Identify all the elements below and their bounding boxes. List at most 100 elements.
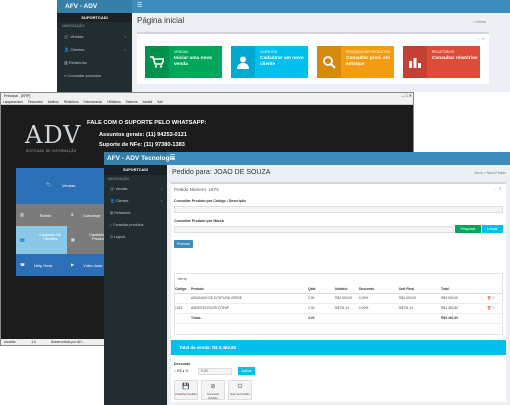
hamburger-icon[interactable]: ☰ [137,0,142,13]
menu-lancamentos[interactable]: Lançamentos [3,100,23,104]
cell-total: R$4.000,00 [440,293,486,304]
user-icon: 👤 [64,47,69,52]
menu-janela[interactable]: Janela [143,100,153,104]
page-title: Pedido para: JOAO DE SOUZA [172,169,271,176]
sidebar-item-clientes[interactable]: 👤 Clientes ‹ [57,43,132,56]
box-tools[interactable]: – ✕ [494,186,502,191]
brand-logo[interactable]: AFV - ADV Tecnologia [57,0,132,23]
sidebar-item-vendas[interactable]: 🛒 Vendas ‹ [104,183,167,195]
row-actions: 🗑 ✎ [486,303,503,314]
trash-icon[interactable]: 🗑 [487,296,491,300]
cell-qty: 2,00 [307,303,334,314]
tile-cadastro-clientes[interactable]: 👥 Cadastro de Clientes [16,226,67,254]
status-user: Usuário: [4,340,17,344]
menu-financeiro[interactable]: Financeiro [28,100,43,104]
lookup-code-input[interactable] [174,206,503,213]
chart-icon [403,46,427,78]
ban-icon: ⊘ [210,384,216,390]
tile-pesquisa-produtos[interactable]: PESQUISA DE PRODUTOS Consultar prod. em … [317,46,394,78]
col-header: Unit Final [398,286,440,294]
apply-discount-button[interactable]: Aplicar [238,367,255,375]
shortcut-panel: – ✕ VENDAS Iniciar uma nova venda CLIENT… [137,32,489,84]
chevron-left-icon: ‹ [160,199,162,203]
dashboard-window: AFV - ADV Tecnologia ☰ SUPORTCADI NAVEGA… [57,0,510,92]
sidebar-item-label: Vendas [70,34,84,39]
exit-order-button[interactable]: ⏻ Sair do Pedido [228,380,252,400]
barcode-icon: ▥ [20,212,24,217]
sidebar-item-label: Consultar produtos [113,223,144,227]
tile-vendas[interactable]: VENDAS Iniciar uma nova venda [145,46,222,78]
breadcrumb[interactable]: ⌂ Home [473,20,486,24]
sidebar-item-consultar-produtos[interactable]: ⌕ Consultar produtos [57,69,132,82]
tile-boleto[interactable]: ▥ Boleto [16,204,67,226]
sidebar-subheader: NAVEGAÇÃO [62,24,85,28]
row-actions [486,313,503,324]
cell-unit-final [398,313,440,324]
whatsapp-heading: FALE COM O SUPORTE PELO WHATSAPP: [87,120,207,126]
hamburger-icon[interactable]: ☰ [170,152,175,165]
sidebar: SUPORTCADI NAVEGAÇÃO 🛒 Vendas ‹ 👤 Client… [104,165,167,405]
search-button[interactable]: Pesquisar [455,225,481,233]
user-icon: 👤 [110,199,115,203]
menubar: Lançamentos Financeiro Atalhos Relatório… [1,99,413,105]
breadcrumb-home[interactable]: Home [476,20,486,24]
menu-sistema[interactable]: Sistema [126,100,138,104]
action-label: Sair do Pedido [230,392,250,396]
save-icon: 💾 [182,384,190,390]
tile-vendas[interactable]: 🏷 Vendas [16,168,118,204]
trash-icon[interactable]: 🗑 [487,306,491,310]
items-table: Código Produto Qtde Unitário Desconto Un… [174,286,503,324]
sidebar-item-logout[interactable]: ⏻ Logout [104,231,167,243]
sidebar-item-vendas[interactable]: 🛒 Vendas ‹ [57,30,132,43]
edit-icon[interactable]: ✎ [492,306,495,310]
discount-input[interactable]: 0,00 [198,368,232,375]
col-header: Produto [190,286,307,294]
breadcrumb[interactable]: Início > Novo Pedido [475,171,506,175]
users-icon: 👥 [20,237,25,242]
edit-icon[interactable]: ✎ [492,296,495,300]
radio-currency[interactable]: ○ R$ [174,369,181,373]
tile-label: Consultar prod. em estoque [346,56,390,67]
headset-icon: ☎ [20,262,25,267]
finalize-order-button[interactable]: 💾 Finalizar Pedido [174,380,198,400]
find-product-button[interactable]: Procurar [174,240,193,248]
top-navbar: AFV - ADV Tecnologia ☰ [57,0,510,23]
sidebar-item-consultar-produtos[interactable]: ⌕ Consultar produtos [104,219,167,231]
action-label: Finalizar Pedido [175,392,197,396]
col-header: Código [174,286,190,294]
power-icon: ⏻ [110,235,113,239]
tile-clientes[interactable]: CLIENTES Cadastrar um novo cliente [231,46,308,78]
menu-atalhos[interactable]: Atalhos [48,100,59,104]
menu-faturamento[interactable]: Faturamento [84,100,103,104]
cart-icon: 🛒 [64,34,69,39]
clear-button[interactable]: Limpar [482,225,503,233]
sidebar: SUPORTCADI NAVEGAÇÃO 🛒 Vendas ‹ 👤 Client… [57,13,132,92]
cell-total: R$1.462,80 [440,303,486,314]
sidebar-item-label: Consultar produtos [67,73,102,78]
panel-tools[interactable]: – ✕ [477,36,485,41]
tile-relatorios[interactable]: RELATÓRIOS Consultar relatórios [403,46,480,78]
sidebar-item-clientes[interactable]: 👤 Clientes ‹ [104,195,167,207]
col-header [486,286,503,294]
lookup-brand-select[interactable] [174,226,454,233]
col-header: Total [440,286,486,294]
support-general-phone: Assuntos gerais: (11) 94253-0121 [99,132,187,138]
radio-percent[interactable]: ● % [182,369,188,373]
menu-sair[interactable]: Sair [157,100,163,104]
menu-relatorios[interactable]: Relatórios [64,100,79,104]
tile-help-desk[interactable]: ☎ Help Desk [16,254,67,276]
money-icon: $ [71,212,74,217]
menu-utilitarios[interactable]: Utilitários [107,100,121,104]
sidebar-item-relatorios[interactable]: ▥ Relatórios [57,56,132,69]
tile-caption: RELATÓRIOS [432,50,455,54]
sidebar-item-relatorios[interactable]: ▥ Relatórios [104,207,167,219]
chevron-left-icon: ‹ [124,34,126,39]
lookup-code-label: Consultar Produto por Código / Descrição [174,199,246,203]
cancel-order-button[interactable]: ⊘ Cancelar Pedido [201,380,225,400]
sidebar-header: SUPORTCADI [57,13,132,22]
cart-icon: 🛒 [110,187,115,191]
sidebar-item-label: Clientes [115,199,129,203]
cell-unit-final: R$731,41 [398,303,440,314]
discount-type: ○ R$ ● % [174,369,188,373]
brand-logo[interactable]: AFV - ADV Tecnologia [104,152,175,165]
